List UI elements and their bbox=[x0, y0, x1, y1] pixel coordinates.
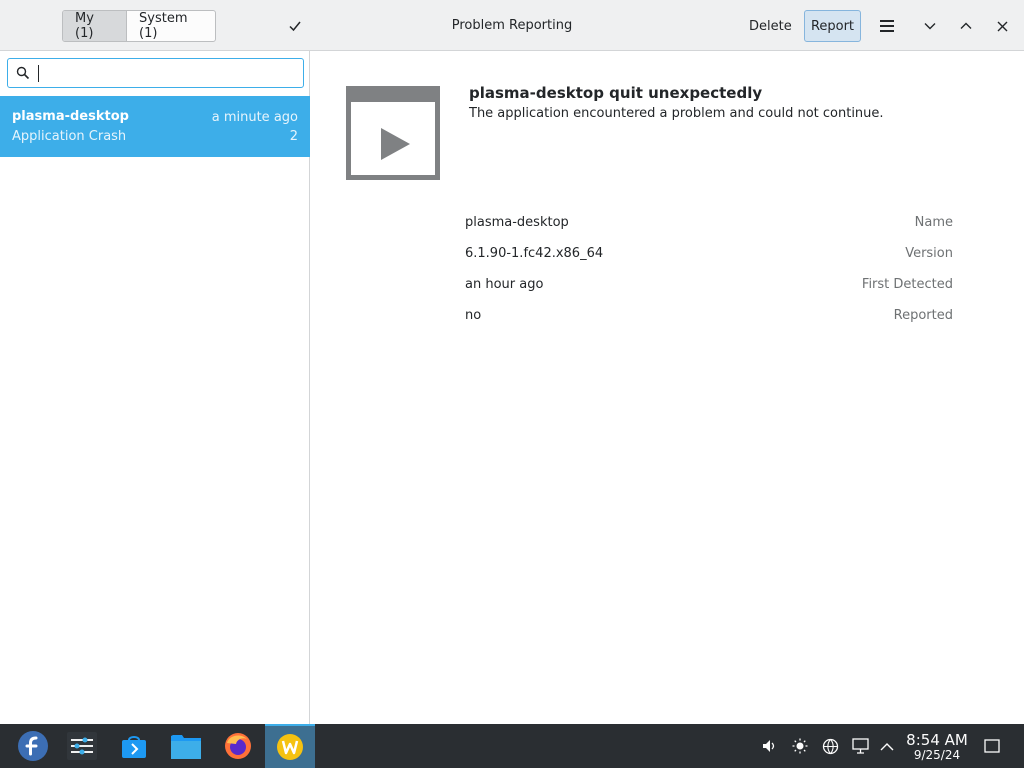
problem-type: Application Crash bbox=[12, 129, 127, 144]
display-icon bbox=[851, 738, 869, 754]
delete-button[interactable]: Delete bbox=[740, 10, 801, 42]
detail-label: Name bbox=[914, 215, 953, 230]
close-button[interactable] bbox=[986, 10, 1018, 42]
search-icon bbox=[16, 66, 30, 80]
tray-network[interactable] bbox=[816, 724, 844, 768]
checkmark-icon bbox=[289, 21, 301, 32]
tab-system-problems[interactable]: System (1) bbox=[127, 11, 215, 41]
detail-value: 6.1.90-1.fc42.x86_64 bbox=[465, 246, 604, 261]
minimize-button[interactable] bbox=[914, 10, 946, 42]
clock-date[interactable]: 9/25/24 bbox=[902, 748, 972, 762]
view-switcher: My (1) System (1) bbox=[62, 10, 216, 42]
list-item[interactable]: plasma-desktop Application Crash a minut… bbox=[0, 96, 310, 157]
taskbar-problem-reporting[interactable] bbox=[265, 724, 315, 768]
tray-display[interactable] bbox=[846, 724, 874, 768]
minimize-icon bbox=[924, 23, 936, 30]
search-box[interactable] bbox=[7, 58, 304, 88]
taskbar-firefox[interactable] bbox=[213, 724, 263, 768]
system-settings-icon bbox=[67, 732, 97, 760]
taskbar-discover[interactable] bbox=[109, 724, 159, 768]
tray-expand[interactable] bbox=[873, 724, 901, 768]
search-input[interactable] bbox=[36, 62, 296, 84]
volume-icon bbox=[763, 740, 775, 752]
problem-count: 2 bbox=[289, 129, 298, 144]
discover-store-icon bbox=[122, 736, 146, 758]
problem-subtitle: The application encountered a problem an… bbox=[469, 106, 884, 121]
close-icon bbox=[997, 21, 1007, 31]
detail-row-reported: Reported no bbox=[311, 308, 953, 328]
problem-time: a minute ago bbox=[211, 110, 298, 125]
brightness-icon bbox=[792, 738, 808, 754]
taskbar: 8:54 AM 9/25/24 bbox=[0, 724, 1024, 768]
file-manager-icon bbox=[171, 735, 201, 759]
detail-row-first-detected: First Detected an hour ago bbox=[311, 277, 953, 297]
detail-row-name: Name plasma-desktop bbox=[311, 215, 953, 235]
report-button[interactable]: Report bbox=[804, 10, 861, 42]
taskbar-system-settings[interactable] bbox=[57, 724, 107, 768]
application-launcher[interactable] bbox=[8, 724, 58, 768]
menu-button[interactable] bbox=[871, 10, 903, 42]
detail-value: an hour ago bbox=[465, 277, 544, 292]
taskbar-file-manager[interactable] bbox=[161, 724, 211, 768]
problem-detail-pane: plasma-desktop quit unexpectedly The app… bbox=[311, 51, 1024, 724]
problem-list-sidebar: plasma-desktop Application Crash a minut… bbox=[0, 51, 310, 724]
show-desktop-icon bbox=[984, 739, 1000, 753]
problem-title: plasma-desktop quit unexpectedly bbox=[469, 84, 763, 102]
tab-my-problems[interactable]: My (1) bbox=[63, 11, 127, 41]
maximize-button[interactable] bbox=[950, 10, 982, 42]
hamburger-menu-icon bbox=[880, 20, 894, 32]
application-executable-icon bbox=[346, 86, 440, 180]
detail-label: Reported bbox=[893, 308, 953, 323]
select-mode-button[interactable] bbox=[280, 12, 310, 40]
header-bar: My (1) System (1) Problem Reporting Dele… bbox=[0, 0, 1024, 51]
detail-value: plasma-desktop bbox=[465, 215, 569, 230]
window-title: Problem Reporting bbox=[451, 18, 573, 33]
tray-brightness[interactable] bbox=[786, 724, 814, 768]
network-icon bbox=[822, 738, 838, 754]
problem-reporting-icon bbox=[277, 734, 303, 760]
detail-label: Version bbox=[905, 246, 953, 261]
fedora-launcher-icon bbox=[18, 731, 48, 761]
problem-name: plasma-desktop bbox=[12, 109, 129, 124]
tray-expand-icon bbox=[880, 742, 894, 750]
tray-volume[interactable] bbox=[755, 724, 783, 768]
maximize-icon bbox=[960, 22, 972, 29]
clock-time[interactable]: 8:54 AM bbox=[902, 731, 972, 749]
show-desktop-button[interactable] bbox=[978, 724, 1006, 768]
detail-row-version: Version 6.1.90-1.fc42.x86_64 bbox=[311, 246, 953, 266]
detail-value: no bbox=[465, 308, 482, 323]
firefox-icon bbox=[225, 733, 251, 759]
detail-label: First Detected bbox=[861, 277, 953, 292]
text-cursor bbox=[38, 65, 39, 82]
